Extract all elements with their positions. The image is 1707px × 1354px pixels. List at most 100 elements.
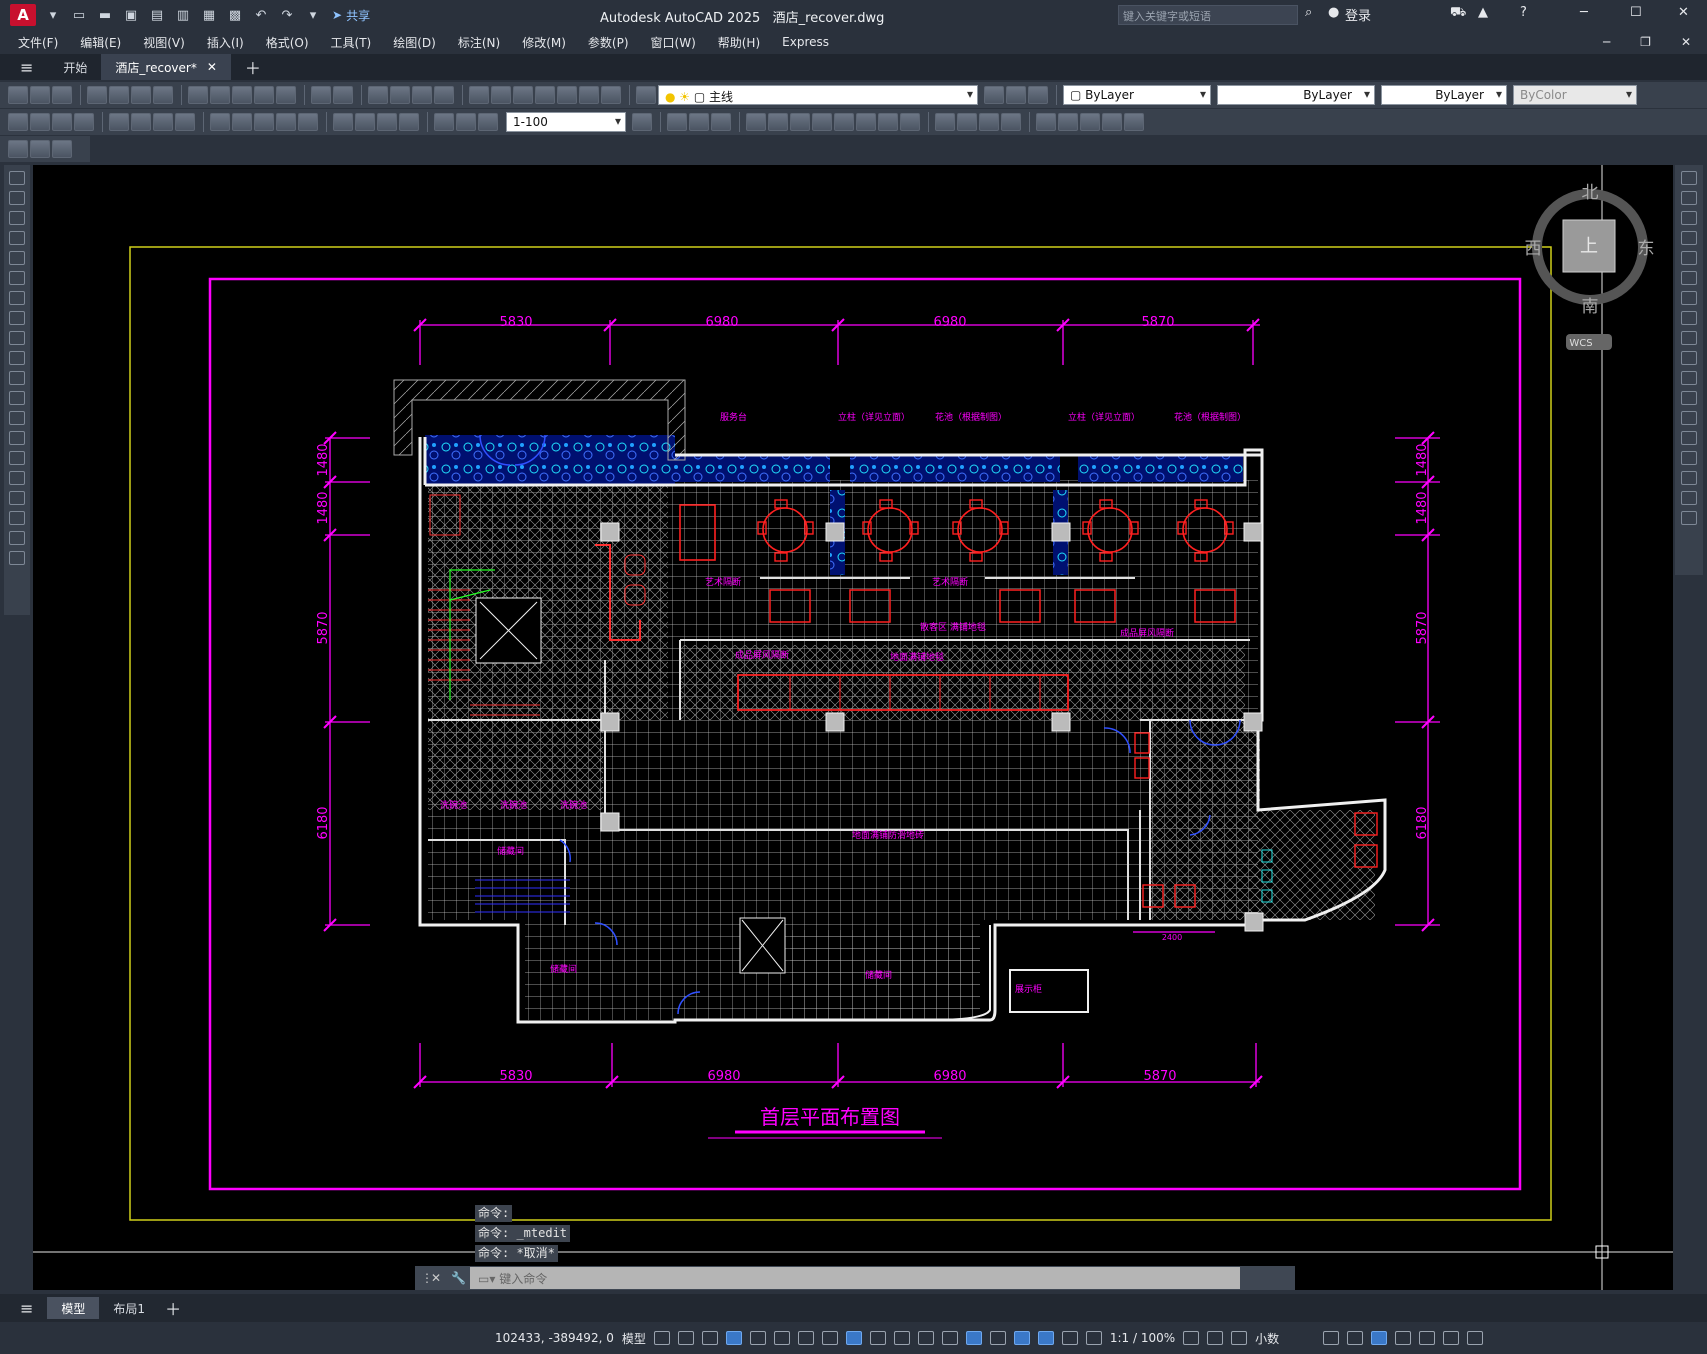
layer-dropdown[interactable]: ● ☀ ▢ 主线 xyxy=(658,85,978,105)
cut-icon[interactable] xyxy=(188,86,208,104)
polar-icon[interactable] xyxy=(773,1331,790,1345)
clean-screen-icon[interactable] xyxy=(1419,1331,1436,1345)
zoom-previous-icon[interactable] xyxy=(434,86,454,104)
toolpalettes-icon[interactable] xyxy=(513,86,533,104)
xline-icon[interactable] xyxy=(9,191,25,205)
tab-close-icon[interactable]: ✕ xyxy=(207,60,217,74)
chamfer-icon[interactable] xyxy=(1681,451,1697,465)
units-dropdown[interactable]: 小数 xyxy=(1255,1330,1315,1347)
dim-space-icon[interactable] xyxy=(276,113,296,131)
markup-icon[interactable] xyxy=(557,86,577,104)
viewcube-east[interactable]: 东 xyxy=(1638,239,1655,259)
qnew-icon[interactable] xyxy=(8,86,28,104)
extend-icon[interactable] xyxy=(1681,371,1697,385)
align3d-icon[interactable] xyxy=(1124,113,1144,131)
dim-break-icon[interactable] xyxy=(298,113,318,131)
selection-filter-icon[interactable] xyxy=(989,1331,1006,1345)
doc-close-icon[interactable]: ✕ xyxy=(1681,35,1691,49)
coordinate-readout[interactable]: 102433, -389492, 0 xyxy=(495,1331,614,1345)
infer-icon[interactable] xyxy=(701,1331,718,1345)
dim-diameter-icon[interactable] xyxy=(153,113,173,131)
auto-scale-icon[interactable] xyxy=(1061,1331,1078,1345)
annotation-scale-icon[interactable] xyxy=(1085,1331,1102,1345)
explode-icon[interactable] xyxy=(1681,511,1697,525)
lineweight-dropdown[interactable]: ByLayer xyxy=(1381,85,1507,105)
close-icon[interactable]: ✕ xyxy=(1678,5,1689,20)
designcenter-icon[interactable] xyxy=(491,86,511,104)
block-attribute-icon[interactable] xyxy=(30,140,50,158)
pan-icon[interactable] xyxy=(368,86,388,104)
graphics-performance-icon[interactable] xyxy=(1395,1331,1412,1345)
dim-angular-icon[interactable] xyxy=(175,113,195,131)
tab-layout1[interactable]: 布局1 xyxy=(99,1295,159,1321)
thicken-icon[interactable] xyxy=(957,113,977,131)
loft-icon[interactable] xyxy=(834,113,854,131)
revcloud-icon[interactable] xyxy=(9,311,25,325)
join-icon[interactable] xyxy=(1681,431,1697,445)
menu-dimension[interactable]: 标注(N) xyxy=(458,34,500,51)
login-button[interactable]: 登录 xyxy=(1345,5,1371,24)
3d-osnap-icon[interactable] xyxy=(941,1331,958,1345)
fillet-icon[interactable] xyxy=(1681,471,1697,485)
annotation-visibility-icon[interactable] xyxy=(1037,1331,1054,1345)
gear-icon[interactable] xyxy=(1183,1331,1200,1345)
center-mark-icon[interactable] xyxy=(355,113,375,131)
cylinder-icon[interactable] xyxy=(711,113,731,131)
publish-icon[interactable] xyxy=(131,86,151,104)
dim-radius-icon[interactable] xyxy=(109,113,129,131)
point-icon[interactable] xyxy=(9,431,25,445)
web-save-icon[interactable]: ▦ xyxy=(200,7,218,23)
layer-previous-icon[interactable] xyxy=(1006,86,1026,104)
tab-start[interactable]: 开始 xyxy=(49,54,101,80)
viewcube-south[interactable]: 南 xyxy=(1582,297,1599,317)
menu-edit[interactable]: 编辑(E) xyxy=(80,34,121,51)
3dprint-icon[interactable] xyxy=(153,86,173,104)
linetype-dropdown[interactable]: ByLayer xyxy=(1217,85,1375,105)
save-tool-icon[interactable] xyxy=(52,86,72,104)
scale-icon[interactable] xyxy=(1681,311,1697,325)
inspection-icon[interactable] xyxy=(377,113,397,131)
dim-text-edit-icon[interactable] xyxy=(456,113,476,131)
dynamic-ucs-icon[interactable] xyxy=(965,1331,982,1345)
new-file-icon[interactable]: ▭ xyxy=(70,7,88,23)
viewcube-north[interactable]: 北 xyxy=(1582,183,1599,203)
dim-style-icon[interactable] xyxy=(632,113,652,131)
menu-insert[interactable]: 插入(I) xyxy=(207,34,244,51)
dim-arc-icon[interactable] xyxy=(52,113,72,131)
sheetset-icon[interactable] xyxy=(535,86,555,104)
make-current-icon[interactable] xyxy=(984,86,1004,104)
menu-view[interactable]: 视图(V) xyxy=(143,34,185,51)
mtext-icon[interactable] xyxy=(9,531,25,545)
gizmo-icon[interactable] xyxy=(1013,1331,1030,1345)
units-icon[interactable] xyxy=(1231,1331,1248,1345)
break-point-icon[interactable] xyxy=(1681,391,1697,405)
mirror-icon[interactable] xyxy=(1681,211,1697,225)
tolerance-icon[interactable] xyxy=(333,113,353,131)
make-block-icon[interactable] xyxy=(9,411,25,425)
transparency-icon[interactable] xyxy=(893,1331,910,1345)
calculator-icon[interactable] xyxy=(579,86,599,104)
object-tracking-icon[interactable] xyxy=(821,1331,838,1345)
selection-cycling-icon[interactable] xyxy=(917,1331,934,1345)
line-icon[interactable] xyxy=(9,171,25,185)
menu-file[interactable]: 文件(F) xyxy=(18,34,58,51)
attribute-edit-icon[interactable] xyxy=(8,140,28,158)
save-icon[interactable]: ▣ xyxy=(122,7,140,23)
isolate-objects-icon[interactable] xyxy=(1371,1331,1388,1345)
hatch-icon[interactable] xyxy=(9,451,25,465)
dropdown-icon[interactable]: ▾ xyxy=(44,7,62,23)
layer-properties-icon[interactable] xyxy=(636,86,656,104)
autocad-logo[interactable]: A xyxy=(10,4,36,26)
redo-icon[interactable]: ↷ xyxy=(278,7,296,23)
array3d-icon[interactable] xyxy=(1102,113,1122,131)
command-input[interactable]: ▭▾ 键入命令 xyxy=(470,1267,1240,1289)
autodesk-icon[interactable]: ▲ xyxy=(1478,5,1488,20)
trim-icon[interactable] xyxy=(1681,351,1697,365)
plus-icon[interactable] xyxy=(1207,1331,1224,1345)
dim-baseline-icon[interactable] xyxy=(232,113,252,131)
array-icon[interactable] xyxy=(1681,251,1697,265)
attribute-sync-icon[interactable] xyxy=(52,140,72,158)
break-icon[interactable] xyxy=(1681,411,1697,425)
model-space-toggle[interactable]: 模型 xyxy=(622,1330,646,1347)
dim-aligned-icon[interactable] xyxy=(30,113,50,131)
